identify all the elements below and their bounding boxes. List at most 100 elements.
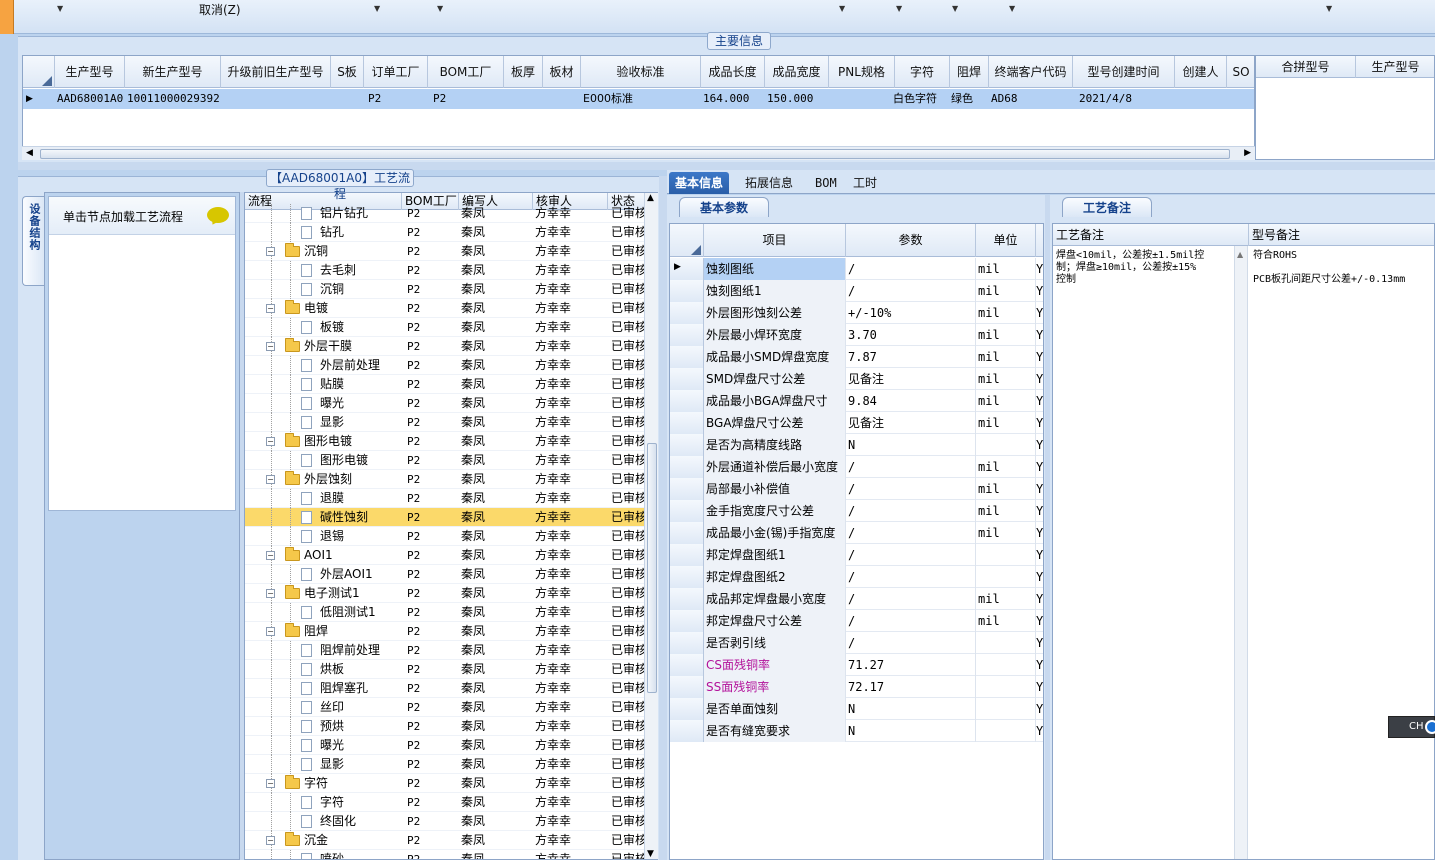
col-header[interactable]: BOM工厂 xyxy=(428,56,504,88)
cell-param[interactable]: / xyxy=(846,478,976,500)
cell-item[interactable]: 成品最小金(锡)手指宽度 xyxy=(704,522,846,544)
col-header[interactable]: 成品长度 xyxy=(701,56,765,88)
cell-param[interactable]: / xyxy=(846,522,976,544)
col-header[interactable]: 生产型号 xyxy=(55,56,125,88)
tree-row[interactable]: 外层前处理 P2 秦凤 方幸幸 已审核 xyxy=(245,356,645,375)
col-header[interactable]: 新生产型号 xyxy=(125,56,221,88)
param-row[interactable]: 蚀刻图纸1/mil Y xyxy=(670,280,1043,302)
col-header[interactable]: 字符 xyxy=(895,56,950,88)
tree-row[interactable]: 终固化 P2 秦凤 方幸幸 已审核 xyxy=(245,812,645,831)
cell-param[interactable]: N xyxy=(846,434,976,456)
cell-character[interactable]: 白色字符 xyxy=(893,89,949,109)
col-header[interactable]: 订单工厂 xyxy=(364,56,428,88)
collapse-icon[interactable]: − xyxy=(266,589,275,598)
tree-row[interactable]: 曝光 P2 秦凤 方幸幸 已审核 xyxy=(245,394,645,413)
model-note-text[interactable]: 符合ROHS PCB板孔间距尺寸公差+/-0.13mm xyxy=(1253,250,1433,286)
tree-row[interactable]: 丝印 P2 秦凤 方幸幸 已审核 xyxy=(245,698,645,717)
collapse-icon[interactable]: − xyxy=(266,437,275,446)
col-header[interactable]: 板材 xyxy=(543,56,581,88)
param-row[interactable]: BGA焊盘尺寸公差 见备注 mil Y xyxy=(670,412,1043,434)
param-row[interactable]: SMD焊盘尺寸公差 见备注 mil Y xyxy=(670,368,1043,390)
horizontal-splitter[interactable] xyxy=(18,162,1435,170)
col-header[interactable]: 生产型号 xyxy=(1356,56,1435,78)
param-row[interactable]: 邦定焊盘图纸2/ Y xyxy=(670,566,1043,588)
cancel-button[interactable]: 取消(Z) xyxy=(199,1,241,18)
cell-param[interactable]: / xyxy=(846,632,976,654)
cell-item[interactable]: 局部最小补偿值 xyxy=(704,478,846,500)
param-row[interactable]: 成品最小SMD焊盘宽度 7.87 mil Y xyxy=(670,346,1043,368)
row-header[interactable] xyxy=(670,720,704,742)
scroll-thumb[interactable] xyxy=(647,443,657,693)
scroll-up-icon[interactable]: ▲ xyxy=(1237,250,1243,259)
tab-work-hours[interactable]: 工时 xyxy=(847,172,883,194)
col-header[interactable]: 成品宽度 xyxy=(765,56,829,88)
tree-row[interactable]: − 字符 P2 秦凤 方幸幸 已审核 xyxy=(245,774,645,793)
col-header[interactable]: 板厚 xyxy=(504,56,543,88)
param-row[interactable]: 是否为高精度线路 N Y xyxy=(670,434,1043,456)
tree-row[interactable]: 碱性蚀刻 P2 秦凤 方幸幸 已审核 xyxy=(245,508,645,527)
scroll-thumb[interactable] xyxy=(40,149,1230,159)
cell-param[interactable]: N xyxy=(846,698,976,720)
collapse-icon[interactable]: − xyxy=(266,779,275,788)
row-header[interactable] xyxy=(670,302,704,324)
row-header[interactable] xyxy=(670,676,704,698)
tree-row[interactable]: − 图形电镀 P2 秦凤 方幸幸 已审核 xyxy=(245,432,645,451)
tree-row[interactable]: 退锡 P2 秦凤 方幸幸 已审核 xyxy=(245,527,645,546)
col-header[interactable]: 单位 xyxy=(976,224,1036,257)
row-header[interactable] xyxy=(670,544,704,566)
cell-param[interactable]: 见备注 xyxy=(846,412,976,434)
tree-row[interactable]: 烘板 P2 秦凤 方幸幸 已审核 xyxy=(245,660,645,679)
tree-row[interactable]: 显影 P2 秦凤 方幸幸 已审核 xyxy=(245,755,645,774)
dropdown-arrow-icon[interactable]: ▼ xyxy=(839,4,845,13)
cell-item[interactable]: 金手指宽度尺寸公差 xyxy=(704,500,846,522)
tree-row[interactable]: 贴膜 P2 秦凤 方幸幸 已审核 xyxy=(245,375,645,394)
device-structure-tab[interactable]: 设备结构 xyxy=(22,196,44,286)
dropdown-arrow-icon[interactable]: ▼ xyxy=(1009,4,1015,13)
param-row[interactable]: 成品最小金(锡)手指宽度 / mil Y xyxy=(670,522,1043,544)
cell-item[interactable]: 成品最小SMD焊盘宽度 xyxy=(704,346,846,368)
tree-row[interactable]: − 电镀 P2 秦凤 方幸幸 已审核 xyxy=(245,299,645,318)
col-header[interactable]: 合拼型号 xyxy=(1256,56,1356,78)
cell-param[interactable]: 见备注 xyxy=(846,368,976,390)
row-header[interactable] xyxy=(670,610,704,632)
tree-row[interactable]: 板镀 P2 秦凤 方幸幸 已审核 xyxy=(245,318,645,337)
tree-row[interactable]: 显影 P2 秦凤 方幸幸 已审核 xyxy=(245,413,645,432)
tab-basic-info[interactable]: 基本信息 xyxy=(669,172,730,194)
cell-item[interactable]: 是否单面蚀刻 xyxy=(704,698,846,720)
collapse-icon[interactable]: − xyxy=(266,627,275,636)
row-header[interactable] xyxy=(670,390,704,412)
tree-row[interactable]: − 沉金 P2 秦凤 方幸幸 已审核 xyxy=(245,831,645,850)
row-header[interactable] xyxy=(670,478,704,500)
cell-unit[interactable] xyxy=(976,544,1036,566)
col-header[interactable]: SO xyxy=(1227,56,1254,88)
param-row[interactable]: 外层最小焊环宽度 3.70 mil Y xyxy=(670,324,1043,346)
dropdown-arrow-icon[interactable]: ▼ xyxy=(952,4,958,13)
row-header[interactable] xyxy=(670,566,704,588)
col-header[interactable]: 型号创建时间 xyxy=(1073,56,1175,88)
cell-item[interactable]: 成品邦定焊盘最小宽度 xyxy=(704,588,846,610)
cell-item[interactable]: 是否剥引线 xyxy=(704,632,846,654)
tree-row[interactable]: − 沉铜 P2 秦凤 方幸幸 已审核 xyxy=(245,242,645,261)
ime-indicator[interactable]: CH xyxy=(1388,716,1435,738)
collapse-icon[interactable]: − xyxy=(266,304,275,313)
scroll-down-icon[interactable]: ▼ xyxy=(647,849,654,859)
cell-unit[interactable]: mil xyxy=(976,302,1036,324)
row-header[interactable] xyxy=(670,654,704,676)
row-header[interactable] xyxy=(670,324,704,346)
cell-item[interactable]: 外层最小焊环宽度 xyxy=(704,324,846,346)
cell-item[interactable]: CS面残铜率 xyxy=(704,654,846,676)
collapse-icon[interactable]: − xyxy=(266,342,275,351)
cell-item[interactable]: SS面残铜率 xyxy=(704,676,846,698)
row-header[interactable] xyxy=(670,632,704,654)
cell-param[interactable]: 72.17 xyxy=(846,676,976,698)
param-row[interactable]: SS面残铜率 72.17 Y xyxy=(670,676,1043,698)
cell-param[interactable]: 7.87 xyxy=(846,346,976,368)
main-grid-hscroll[interactable]: ◀ ▶ xyxy=(22,146,1255,160)
cell-solder-mask[interactable]: 绿色 xyxy=(951,89,989,109)
col-header[interactable]: 终端客户代码 xyxy=(989,56,1073,88)
row-header-corner[interactable] xyxy=(23,56,55,88)
scroll-right-icon[interactable]: ▶ xyxy=(1244,148,1251,158)
collapse-icon[interactable]: − xyxy=(266,475,275,484)
cell-customer-code[interactable]: AD68 xyxy=(991,89,1073,109)
cell-unit[interactable]: mil xyxy=(976,346,1036,368)
